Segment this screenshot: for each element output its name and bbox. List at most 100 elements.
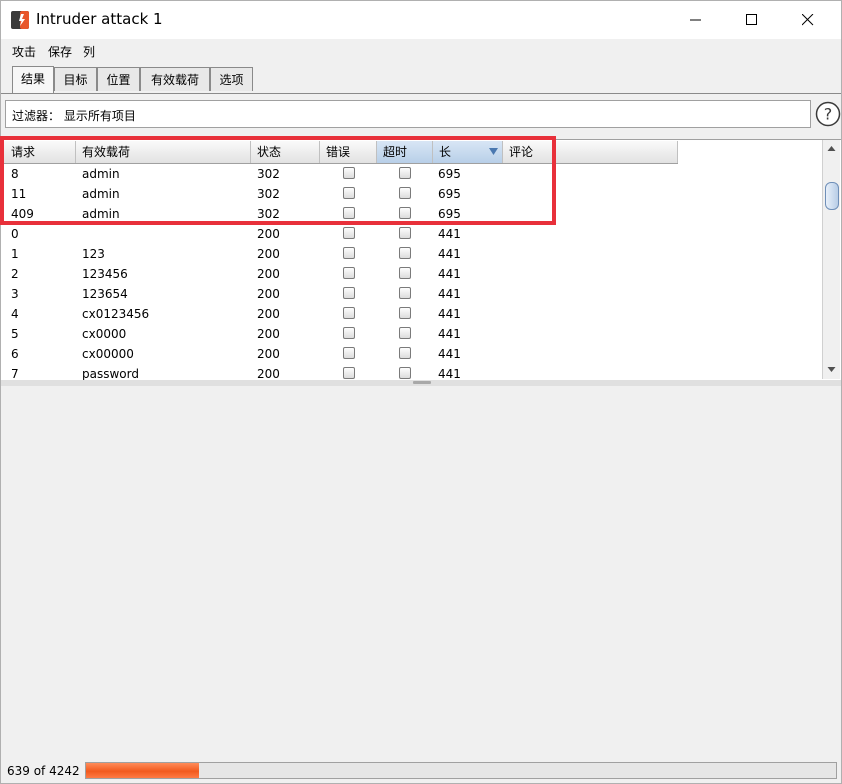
cell-length: 441	[438, 347, 461, 361]
status-bar: 639 of 4242	[1, 759, 841, 783]
cell-request: 5	[11, 327, 19, 341]
vertical-scrollbar[interactable]	[822, 140, 840, 379]
cell-status: 200	[257, 327, 280, 341]
tab-payloads[interactable]: 有效载荷	[140, 67, 210, 91]
cell-payload: admin	[82, 207, 120, 221]
cell-timeout-checkbox	[399, 167, 411, 179]
cell-error-checkbox	[343, 307, 355, 319]
header-filler	[678, 141, 822, 163]
cell-payload: cx0000	[82, 327, 127, 341]
splitter-grip[interactable]	[413, 381, 431, 384]
cell-timeout-checkbox	[399, 227, 411, 239]
help-icon[interactable]: ?	[815, 101, 841, 127]
close-icon	[802, 14, 814, 26]
cell-error-checkbox	[343, 247, 355, 259]
column-header-timeout[interactable]: 超时	[377, 141, 433, 163]
table-row[interactable]: 1 123 200 441	[1, 244, 823, 264]
cell-status: 302	[257, 167, 280, 181]
tab-positions[interactable]: 位置	[97, 67, 140, 91]
menu-save[interactable]: 保存	[48, 43, 72, 60]
menu-attack[interactable]: 攻击	[12, 43, 36, 60]
cell-timeout-checkbox	[399, 367, 411, 379]
cell-length: 441	[438, 367, 461, 381]
cell-status: 302	[257, 207, 280, 221]
cell-payload: admin	[82, 187, 120, 201]
cell-timeout-checkbox	[399, 187, 411, 199]
cell-request: 0	[11, 227, 19, 241]
maximize-button[interactable]	[729, 1, 775, 39]
cell-length: 441	[438, 227, 461, 241]
cell-length: 441	[438, 327, 461, 341]
cell-request: 7	[11, 367, 19, 381]
table-row[interactable]: 2 123456 200 441	[1, 264, 823, 284]
table-row[interactable]: 11 admin 302 695	[1, 184, 823, 204]
tab-strip: 结果 目标 位置 有效载荷 选项	[1, 63, 841, 94]
cell-request: 2	[11, 267, 19, 281]
cell-payload: password	[82, 367, 139, 381]
cell-length: 695	[438, 207, 461, 221]
table-header: 请求 有效载荷 状态 错误 超时 长 评论	[1, 141, 678, 164]
cell-error-checkbox	[343, 167, 355, 179]
cell-status: 200	[257, 247, 280, 261]
close-button[interactable]	[785, 1, 831, 39]
cell-request: 3	[11, 287, 19, 301]
cell-error-checkbox	[343, 187, 355, 199]
detail-pane	[1, 386, 841, 759]
minimize-button[interactable]	[673, 1, 719, 39]
table-row[interactable]: 4 cx0123456 200 441	[1, 304, 823, 324]
table-body: 8 admin 302 695 11 admin 302 695 409 admin 302 695 0…	[1, 164, 823, 381]
table-row[interactable]: 5 cx0000 200 441	[1, 324, 823, 344]
results-table: 请求 有效载荷 状态 错误 超时 长 评论 8 admin 302 695 11 admi…	[1, 139, 841, 381]
column-header-error[interactable]: 错误	[320, 141, 377, 163]
cell-error-checkbox	[343, 207, 355, 219]
tab-target[interactable]: 目标	[54, 67, 97, 91]
cell-request: 8	[11, 167, 19, 181]
cell-status: 200	[257, 307, 280, 321]
column-header-comment[interactable]: 评论	[503, 141, 678, 163]
cell-payload: admin	[82, 167, 120, 181]
cell-payload: 123456	[82, 267, 128, 281]
cell-timeout-checkbox	[399, 327, 411, 339]
minimize-icon	[690, 19, 701, 21]
table-row[interactable]: 409 admin 302 695	[1, 204, 823, 224]
progress-bar	[85, 762, 837, 779]
filter-bar[interactable]: 过滤器： 显示所有项目	[5, 100, 811, 128]
table-row[interactable]: 0 200 441	[1, 224, 823, 244]
table-row[interactable]: 6 cx00000 200 441	[1, 344, 823, 364]
column-header-length[interactable]: 长	[433, 141, 503, 163]
progress-fill	[86, 763, 199, 778]
cell-request: 409	[11, 207, 34, 221]
menu-columns[interactable]: 列	[83, 43, 95, 60]
column-header-request[interactable]: 请求	[5, 141, 76, 163]
tab-results[interactable]: 结果	[12, 66, 54, 93]
table-row[interactable]: 8 admin 302 695	[1, 164, 823, 184]
cell-status: 200	[257, 367, 280, 381]
cell-status: 200	[257, 227, 280, 241]
table-row[interactable]: 3 123654 200 441	[1, 284, 823, 304]
scroll-down-icon[interactable]	[823, 361, 840, 378]
scrollbar-thumb[interactable]	[825, 182, 839, 210]
cell-payload: 123654	[82, 287, 128, 301]
cell-timeout-checkbox	[399, 347, 411, 359]
scroll-up-icon[interactable]	[823, 140, 840, 157]
column-header-payload[interactable]: 有效载荷	[76, 141, 251, 163]
tab-options[interactable]: 选项	[210, 67, 253, 91]
cell-length: 441	[438, 307, 461, 321]
table-row[interactable]: 7 password 200 441	[1, 364, 823, 381]
cell-request: 4	[11, 307, 19, 321]
filter-text: 过滤器： 显示所有项目	[12, 109, 136, 123]
column-header-status[interactable]: 状态	[251, 141, 320, 163]
cell-status: 200	[257, 287, 280, 301]
cell-error-checkbox	[343, 267, 355, 279]
sort-desc-icon	[489, 148, 498, 155]
cell-length: 695	[438, 187, 461, 201]
cell-request: 11	[11, 187, 27, 201]
cell-timeout-checkbox	[399, 287, 411, 299]
cell-request: 6	[11, 347, 19, 361]
cell-timeout-checkbox	[399, 207, 411, 219]
cell-timeout-checkbox	[399, 247, 411, 259]
maximize-icon	[746, 14, 757, 25]
column-header-length-label: 长	[439, 145, 452, 159]
window-title: Intruder attack 1	[36, 10, 163, 28]
title-bar[interactable]: Intruder attack 1	[1, 1, 841, 39]
